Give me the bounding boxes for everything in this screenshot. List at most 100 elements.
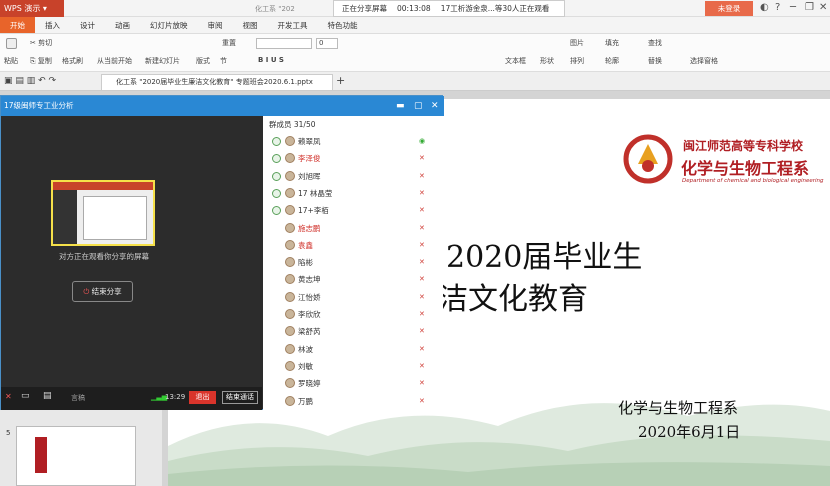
skin-icon[interactable]: ◐ (760, 2, 769, 14)
member-mic-icon[interactable]: ✕ (419, 397, 425, 405)
tab-design[interactable]: 设计 (70, 17, 105, 33)
tab-home[interactable]: 开始 (0, 17, 35, 33)
member-row[interactable]: 刘旭晖 ✕ (263, 169, 443, 186)
from-current-button[interactable]: 从当前开始 (97, 56, 132, 66)
format-painter-button[interactable]: 格式刷 (62, 56, 83, 66)
member-row[interactable]: 黄志坤 ✕ (263, 272, 443, 289)
find-button[interactable]: 查找 (648, 38, 662, 48)
member-row[interactable]: 刘敏 ✕ (263, 359, 443, 376)
section-button[interactable]: 节 (220, 56, 227, 66)
member-row[interactable]: 施志鹏 ✕ (263, 221, 443, 238)
shared-screen-preview (51, 180, 155, 246)
member-row[interactable]: 林波 ✕ (263, 342, 443, 359)
member-mic-icon[interactable]: ✕ (419, 327, 425, 335)
font-family-select[interactable] (256, 38, 312, 49)
exit-button[interactable]: 退出 (189, 391, 216, 404)
tab-developer[interactable]: 开发工具 (268, 17, 318, 33)
font-size-select[interactable]: 0 (316, 38, 338, 49)
mic-icon[interactable]: ✕ (5, 392, 12, 401)
member-row[interactable]: 17+李栢 ✕ (263, 203, 443, 220)
member-row[interactable]: 万鹏 ✕ (263, 394, 443, 411)
member-mic-icon[interactable]: ✕ (419, 154, 425, 162)
member-mic-icon[interactable]: ✕ (419, 241, 425, 249)
shape-button[interactable]: 形状 (540, 56, 554, 66)
copy-label: 复制 (37, 57, 52, 65)
call-time: 13:29 (165, 393, 186, 401)
arrange-button[interactable]: 排列 (570, 56, 584, 66)
tab-animation[interactable]: 动画 (105, 17, 140, 33)
member-row[interactable]: 赖翠凤 ◉ (263, 134, 443, 151)
member-name: 梁舒芮 (298, 327, 321, 337)
member-name: 袁鑫 (298, 240, 313, 250)
file-tab[interactable]: 化工系 "2020届毕业生廉洁文化教育" 专题班会2020.6.1.pptx (101, 74, 333, 90)
close-icon[interactable]: ✕ (819, 2, 827, 14)
member-mic-icon[interactable]: ✕ (419, 189, 425, 197)
tab-view[interactable]: 视图 (233, 17, 268, 33)
ribbon-toolbar: 粘贴 ✂ 剪切 ⎘ 复制 格式刷 从当前开始 新建幻灯片 版式 节 重置 0 B… (0, 34, 830, 72)
new-tab-icon[interactable]: + (336, 74, 345, 87)
select-pane-button[interactable]: 选择窗格 (690, 56, 718, 66)
member-mic-icon[interactable]: ✕ (419, 258, 425, 266)
member-row[interactable]: 李欣欣 ✕ (263, 307, 443, 324)
help-icon[interactable]: ? (775, 2, 780, 14)
layout-button[interactable]: 版式 (196, 56, 210, 66)
tab-insert[interactable]: 插入 (35, 17, 70, 33)
member-row[interactable]: 袁鑫 ✕ (263, 238, 443, 255)
save-icon[interactable]: ▣ ▤ ▥ ↶ ↷ (4, 76, 56, 86)
member-row[interactable]: 李泽俊 ✕ (263, 151, 443, 168)
wps-menu-button[interactable]: WPS 演示 ▾ (0, 0, 64, 17)
member-mic-icon[interactable]: ✕ (419, 172, 425, 180)
screen-share-icon[interactable]: ▭ (21, 391, 30, 401)
reset-label: 重置 (222, 39, 236, 47)
tab-review[interactable]: 审阅 (198, 17, 233, 33)
tab-slideshow[interactable]: 幻灯片放映 (140, 17, 198, 33)
avatar (285, 170, 295, 181)
fill-button[interactable]: 填充 (605, 38, 619, 48)
outline-button[interactable]: 轮廓 (605, 56, 619, 66)
member-name: 李泽俊 (298, 154, 321, 164)
member-mic-icon[interactable]: ✕ (419, 206, 425, 214)
restore-icon[interactable]: ❐ (805, 2, 814, 14)
minimize-icon[interactable]: ─ (790, 2, 796, 14)
slide-thumbnail[interactable] (16, 426, 136, 486)
member-mic-icon[interactable]: ✕ (419, 379, 425, 387)
cut-button[interactable]: ✂ 剪切 (30, 38, 52, 48)
member-mic-icon[interactable]: ✕ (419, 275, 425, 283)
meeting-maximize-icon[interactable]: ▢ (414, 96, 423, 116)
login-button[interactable]: 未登录 (705, 1, 753, 16)
end-share-button[interactable]: ⏻ 结束分享 (72, 281, 133, 302)
member-mic-icon[interactable]: ✕ (419, 362, 425, 370)
member-role-icon (272, 154, 281, 164)
tab-features[interactable]: 特色功能 (318, 17, 368, 33)
member-mic-icon[interactable]: ◉ (419, 137, 425, 145)
member-row[interactable]: 罗晓婷 ✕ (263, 376, 443, 393)
member-row[interactable]: 陷彬 ✕ (263, 255, 443, 272)
copy-button[interactable]: ⎘ 复制 (30, 56, 52, 66)
avatar (285, 205, 295, 216)
end-call-button[interactable]: 结束通话 (222, 391, 258, 404)
mute-all-label[interactable]: 言稿 (71, 393, 85, 403)
member-mic-icon[interactable]: ✕ (419, 345, 425, 353)
document-tab[interactable]: 化工系 "202 (255, 2, 323, 16)
picture-button[interactable]: 图片 (570, 38, 584, 48)
member-row[interactable]: 梁舒芮 ✕ (263, 324, 443, 341)
member-mic-icon[interactable]: ✕ (419, 224, 425, 232)
member-name: 江怡娇 (298, 292, 321, 302)
bold-icon[interactable]: B I U S (258, 56, 284, 64)
textbox-button[interactable]: 文本框 (505, 56, 526, 66)
member-mic-icon[interactable]: ✕ (419, 310, 425, 318)
paste-icon (6, 38, 17, 49)
paste-button[interactable] (6, 38, 17, 49)
member-mic-icon[interactable]: ✕ (419, 293, 425, 301)
new-slide-button[interactable]: 新建幻灯片 (145, 56, 180, 66)
member-name: 17 林晶莹 (298, 188, 333, 198)
reset-button[interactable]: 重置 (222, 38, 236, 48)
avatar (285, 257, 295, 268)
meeting-close-icon[interactable]: ✕ (431, 96, 439, 116)
meeting-minimize-icon[interactable]: ▬ (396, 96, 405, 116)
replace-button[interactable]: 替换 (648, 56, 662, 66)
member-name: 林波 (298, 344, 313, 354)
member-row[interactable]: 17 林晶莹 ✕ (263, 186, 443, 203)
whiteboard-icon[interactable]: ▤ (43, 391, 52, 401)
member-row[interactable]: 江怡娇 ✕ (263, 290, 443, 307)
